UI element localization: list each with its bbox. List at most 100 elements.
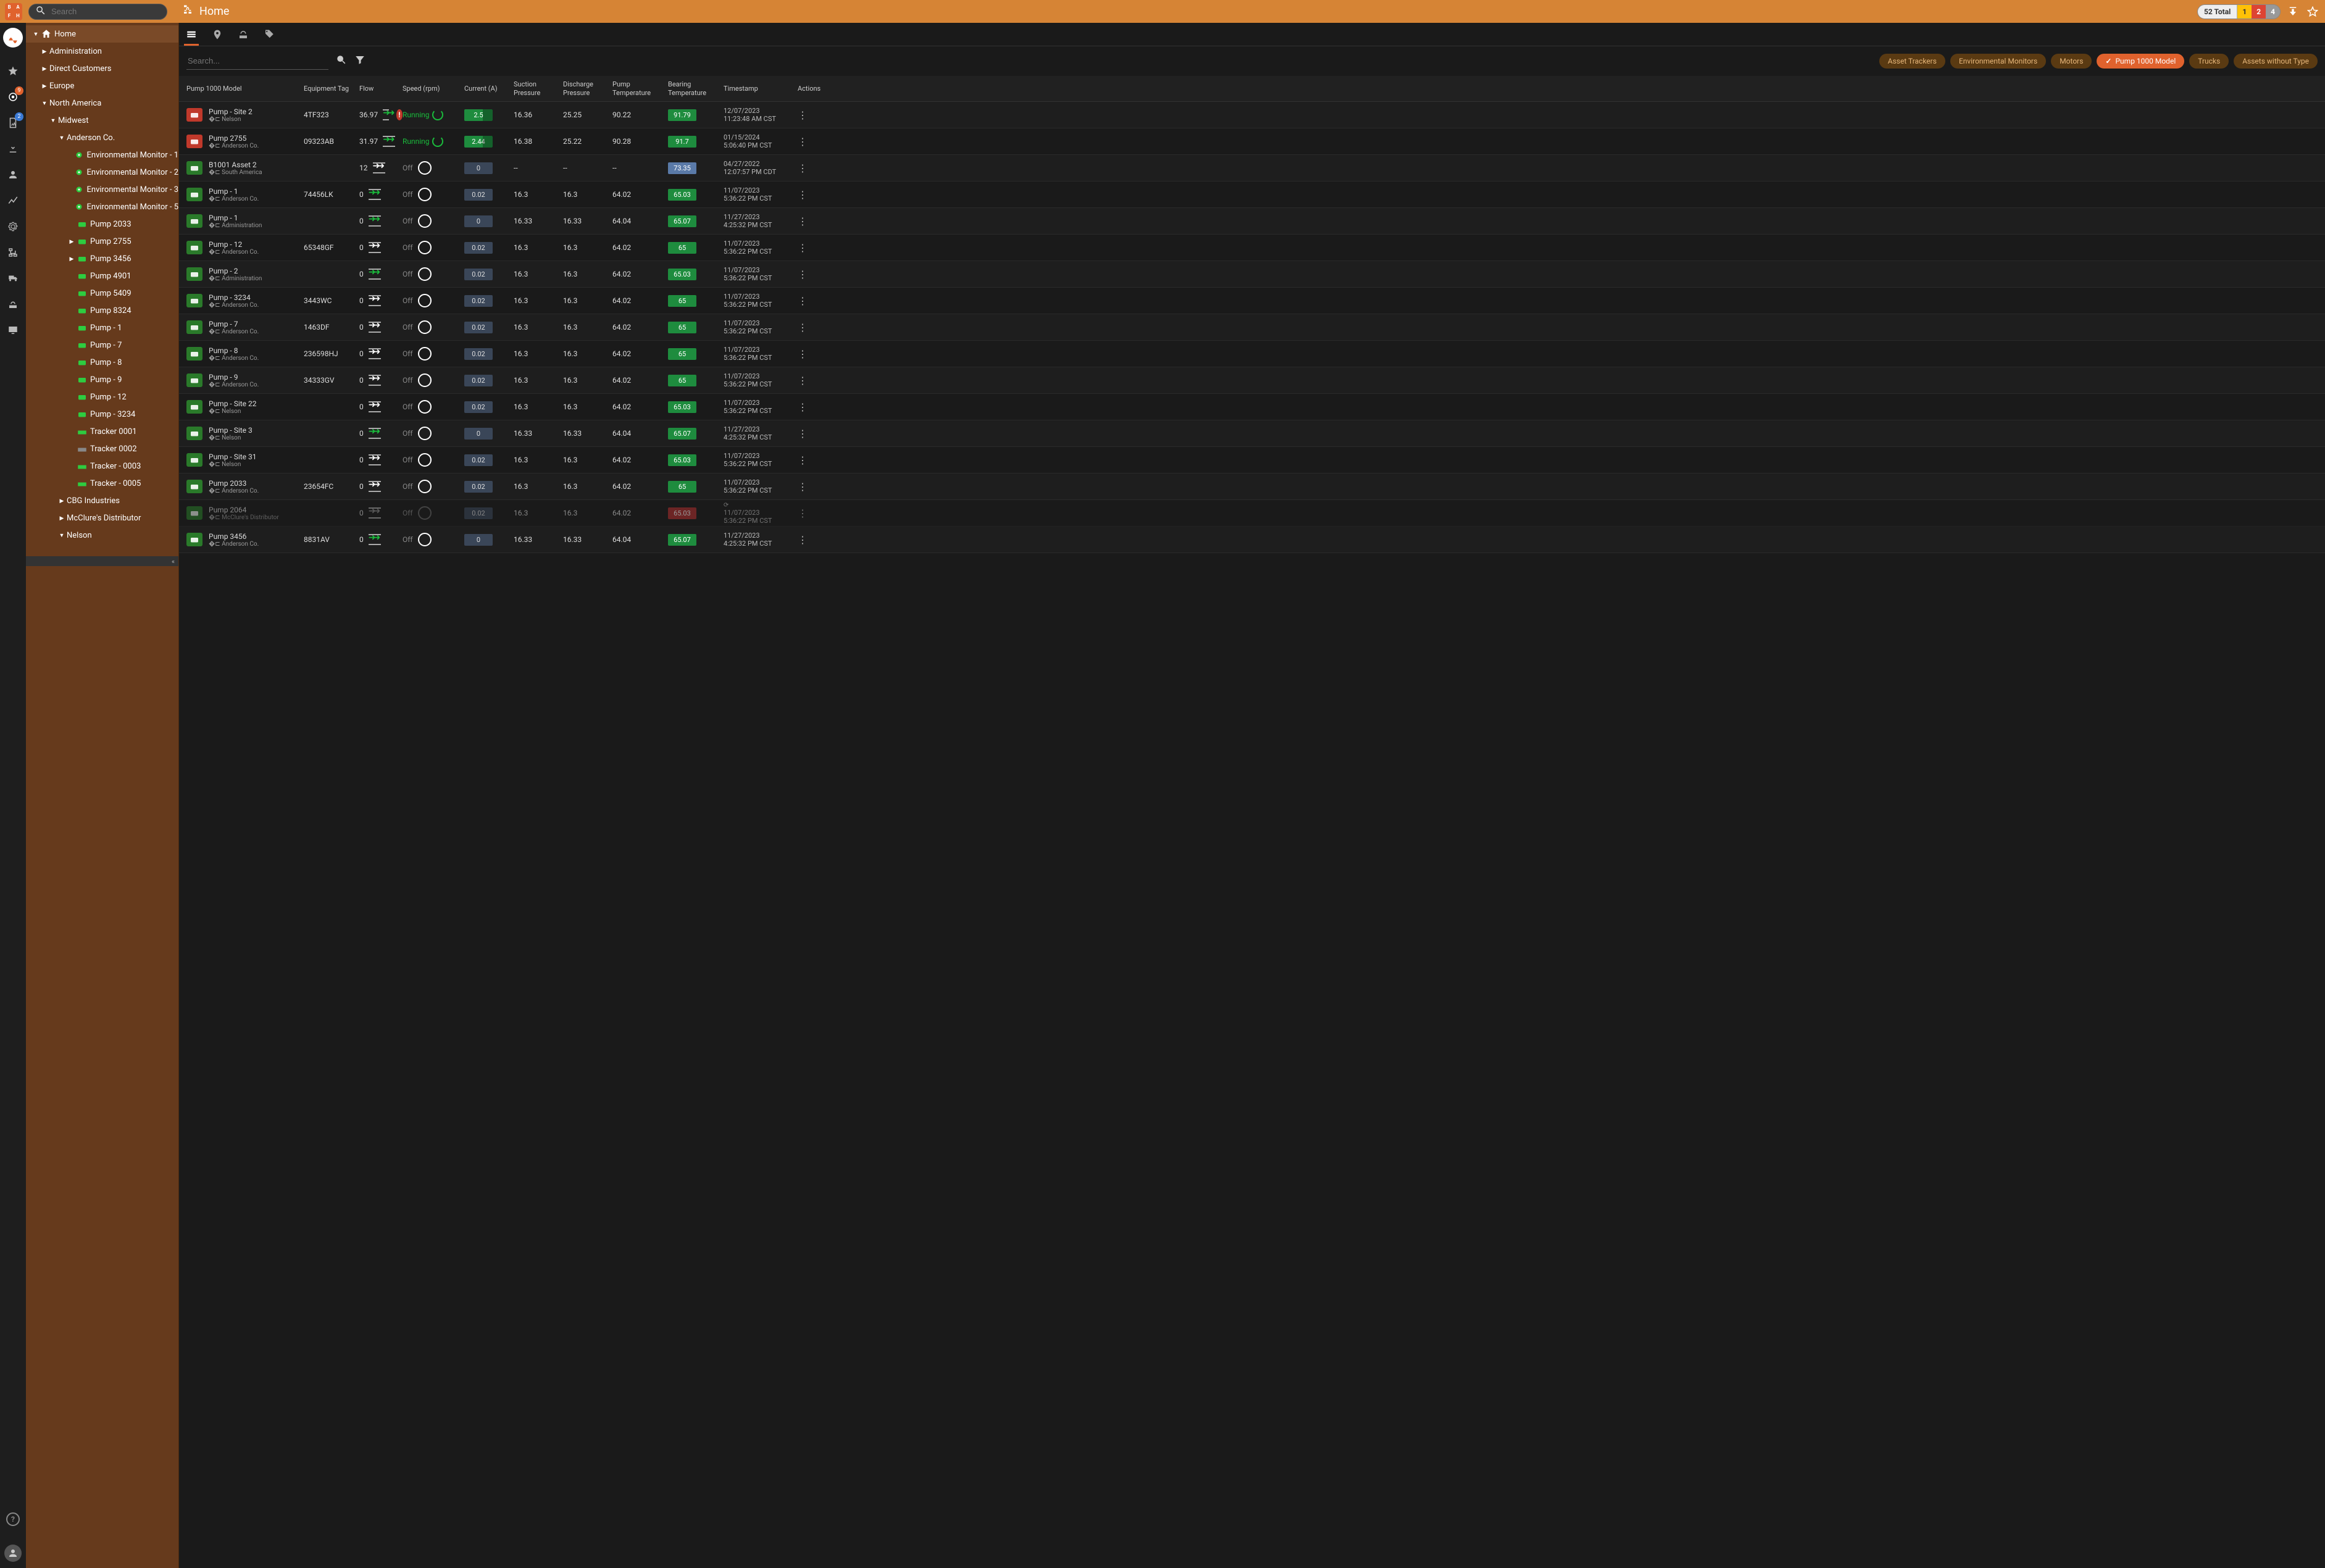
tree-node[interactable]: Tracker - 0003 <box>26 457 178 475</box>
rail-help-icon[interactable]: ? <box>6 1512 20 1526</box>
tree-node[interactable]: Administration <box>26 43 178 60</box>
tree-node[interactable]: McClure's Distributor <box>26 509 178 527</box>
tree-node[interactable]: Europe <box>26 77 178 94</box>
column-header[interactable]: Flow <box>359 85 403 93</box>
rail-target-icon[interactable]: 9 <box>6 90 20 104</box>
tab-gateway-icon[interactable] <box>236 25 251 46</box>
filter-chip[interactable]: Asset Trackers <box>1879 54 1945 69</box>
rail-user-icon[interactable] <box>6 167 20 182</box>
tree-node[interactable]: Pump 8324 <box>26 302 178 319</box>
row-actions-menu[interactable]: ⋮ <box>798 348 808 360</box>
row-actions-menu[interactable]: ⋮ <box>798 507 808 519</box>
tree-node[interactable]: Tracker 0001 <box>26 423 178 440</box>
column-header[interactable]: Speed (rpm) <box>403 85 464 93</box>
tab-tag-icon[interactable] <box>262 25 277 46</box>
table-row[interactable]: Pump - 8�⊏ Anderson Co. 236598HJ 0 Off 0… <box>179 341 2325 367</box>
table-row[interactable]: Pump 3456�⊏ Anderson Co. 8831AV 0 Off 0 … <box>179 527 2325 553</box>
filter-chip[interactable]: Trucks <box>2189 54 2229 69</box>
rail-star-icon[interactable] <box>6 64 20 78</box>
row-actions-menu[interactable]: ⋮ <box>798 375 808 386</box>
row-actions-menu[interactable]: ⋮ <box>798 401 808 413</box>
table-row[interactable]: Pump - 1�⊏ Administration 0 Off 0 16.33 … <box>179 208 2325 235</box>
search-icon[interactable] <box>336 54 347 68</box>
tab-table-icon[interactable] <box>184 25 199 46</box>
row-actions-menu[interactable]: ⋮ <box>798 428 808 440</box>
rail-router-icon[interactable] <box>6 297 20 312</box>
rail-download-icon[interactable] <box>6 141 20 156</box>
table-row[interactable]: Pump - 7�⊏ Anderson Co. 1463DF 0 Off 0.0… <box>179 314 2325 341</box>
global-search[interactable] <box>28 4 167 20</box>
row-actions-menu[interactable]: ⋮ <box>798 481 808 493</box>
column-header[interactable]: Equipment Tag <box>304 85 359 93</box>
filter-chip[interactable]: Environmental Monitors <box>1950 54 2046 69</box>
tree-node[interactable]: Pump 4901 <box>26 267 178 285</box>
row-actions-menu[interactable]: ⋮ <box>798 322 808 333</box>
tree-node[interactable]: Environmental Monitor - 1 <box>26 146 178 164</box>
row-actions-menu[interactable]: ⋮ <box>798 215 808 227</box>
tree-node[interactable]: Pump 2755 <box>26 233 178 250</box>
filter-icon[interactable] <box>354 54 365 68</box>
table-row[interactable]: Pump - Site 22�⊏ Nelson 0 Off 0.02 16.3 … <box>179 394 2325 420</box>
table-row[interactable]: Pump - Site 2�⊏ Nelson 4TF323 36.97! Run… <box>179 102 2325 128</box>
tree-node[interactable]: Pump 3456 <box>26 250 178 267</box>
table-row[interactable]: Pump - Site 31�⊏ Nelson 0 Off 0.02 16.3 … <box>179 447 2325 473</box>
tree-node[interactable]: Direct Customers <box>26 60 178 77</box>
filter-chip[interactable]: Pump 1000 Model <box>2097 54 2184 69</box>
tree-node[interactable]: Environmental Monitor - 3 <box>26 181 178 198</box>
tree-node[interactable]: Tracker - 0005 <box>26 475 178 492</box>
rail-document-icon[interactable]: 2 <box>6 115 20 130</box>
table-row[interactable]: Pump - 12�⊏ Anderson Co. 65348GF 0 Off 0… <box>179 235 2325 261</box>
tree-node[interactable]: Nelson <box>26 527 178 544</box>
table-row[interactable]: Pump 2033�⊏ Anderson Co. 23654FC 0 Off 0… <box>179 473 2325 500</box>
tree-node[interactable]: Environmental Monitor - 2 <box>26 164 178 181</box>
row-actions-menu[interactable]: ⋮ <box>798 189 808 201</box>
status-count-pill[interactable]: 52 Total 1 2 4 <box>2197 4 2281 19</box>
row-actions-menu[interactable]: ⋮ <box>798 534 808 546</box>
column-header[interactable]: Actions <box>798 85 822 93</box>
table-row[interactable]: Pump - Site 3�⊏ Nelson 0 Off 0 16.33 16.… <box>179 420 2325 447</box>
rail-truck-icon[interactable] <box>6 271 20 286</box>
tree-node[interactable]: Environmental Monitor - 5 <box>26 198 178 215</box>
collapse-sidebar-button[interactable]: « <box>26 556 178 566</box>
favorite-button[interactable] <box>2305 4 2320 19</box>
tree-node[interactable]: Home <box>26 25 178 43</box>
table-row[interactable]: Pump - 1�⊏ Anderson Co. 74456LK 0 Off 0.… <box>179 181 2325 208</box>
row-actions-menu[interactable]: ⋮ <box>798 136 808 148</box>
tree-node[interactable]: Pump - 1 <box>26 319 178 336</box>
row-actions-menu[interactable]: ⋮ <box>798 162 808 174</box>
row-actions-menu[interactable]: ⋮ <box>798 242 808 254</box>
tree-node[interactable]: CBG Industries <box>26 492 178 509</box>
table-search-input[interactable] <box>186 52 328 70</box>
tree-node[interactable]: Anderson Co. <box>26 129 178 146</box>
rail-chart-icon[interactable] <box>6 193 20 208</box>
column-header[interactable]: Current (A) <box>464 85 514 93</box>
column-header[interactable]: Pump Temperature <box>612 80 668 96</box>
download-button[interactable] <box>2285 4 2300 19</box>
filter-chip[interactable]: Motors <box>2051 54 2092 69</box>
row-actions-menu[interactable]: ⋮ <box>798 109 808 121</box>
column-header[interactable]: Discharge Pressure <box>563 80 612 96</box>
rail-gear-icon[interactable] <box>6 219 20 234</box>
column-header[interactable]: Suction Pressure <box>514 80 563 96</box>
tree-node[interactable]: Pump - 12 <box>26 388 178 406</box>
filter-chip[interactable]: Assets without Type <box>2234 54 2318 69</box>
column-header[interactable]: Bearing Temperature <box>668 80 724 96</box>
row-actions-menu[interactable]: ⋮ <box>798 454 808 466</box>
tree-node[interactable]: Pump - 7 <box>26 336 178 354</box>
row-actions-menu[interactable]: ⋮ <box>798 295 808 307</box>
table-row[interactable]: Pump 2755�⊏ Anderson Co. 09323AB 31.97 R… <box>179 128 2325 155</box>
rail-monitor-icon[interactable] <box>6 323 20 338</box>
tree-node[interactable]: Pump - 3234 <box>26 406 178 423</box>
table-row[interactable]: Pump - 3234�⊏ Anderson Co. 3443WC 0 Off … <box>179 288 2325 314</box>
row-actions-menu[interactable]: ⋮ <box>798 269 808 280</box>
tab-map-icon[interactable] <box>210 25 225 46</box>
global-search-input[interactable] <box>51 7 161 16</box>
table-row[interactable]: Pump - 2�⊏ Administration 0 Off 0.02 16.… <box>179 261 2325 288</box>
table-row[interactable]: B1001 Asset 2�⊏ South America 12 Off 0 -… <box>179 155 2325 181</box>
tree-node[interactable]: Pump - 8 <box>26 354 178 371</box>
tree-node[interactable]: Midwest <box>26 112 178 129</box>
column-header[interactable]: Pump 1000 Model <box>186 85 304 93</box>
tree-node[interactable]: North America <box>26 94 178 112</box>
tree-node[interactable]: Pump 2033 <box>26 215 178 233</box>
table-row[interactable]: Pump 2064�⊏ McClure's Distributor 0 Off … <box>179 500 2325 527</box>
